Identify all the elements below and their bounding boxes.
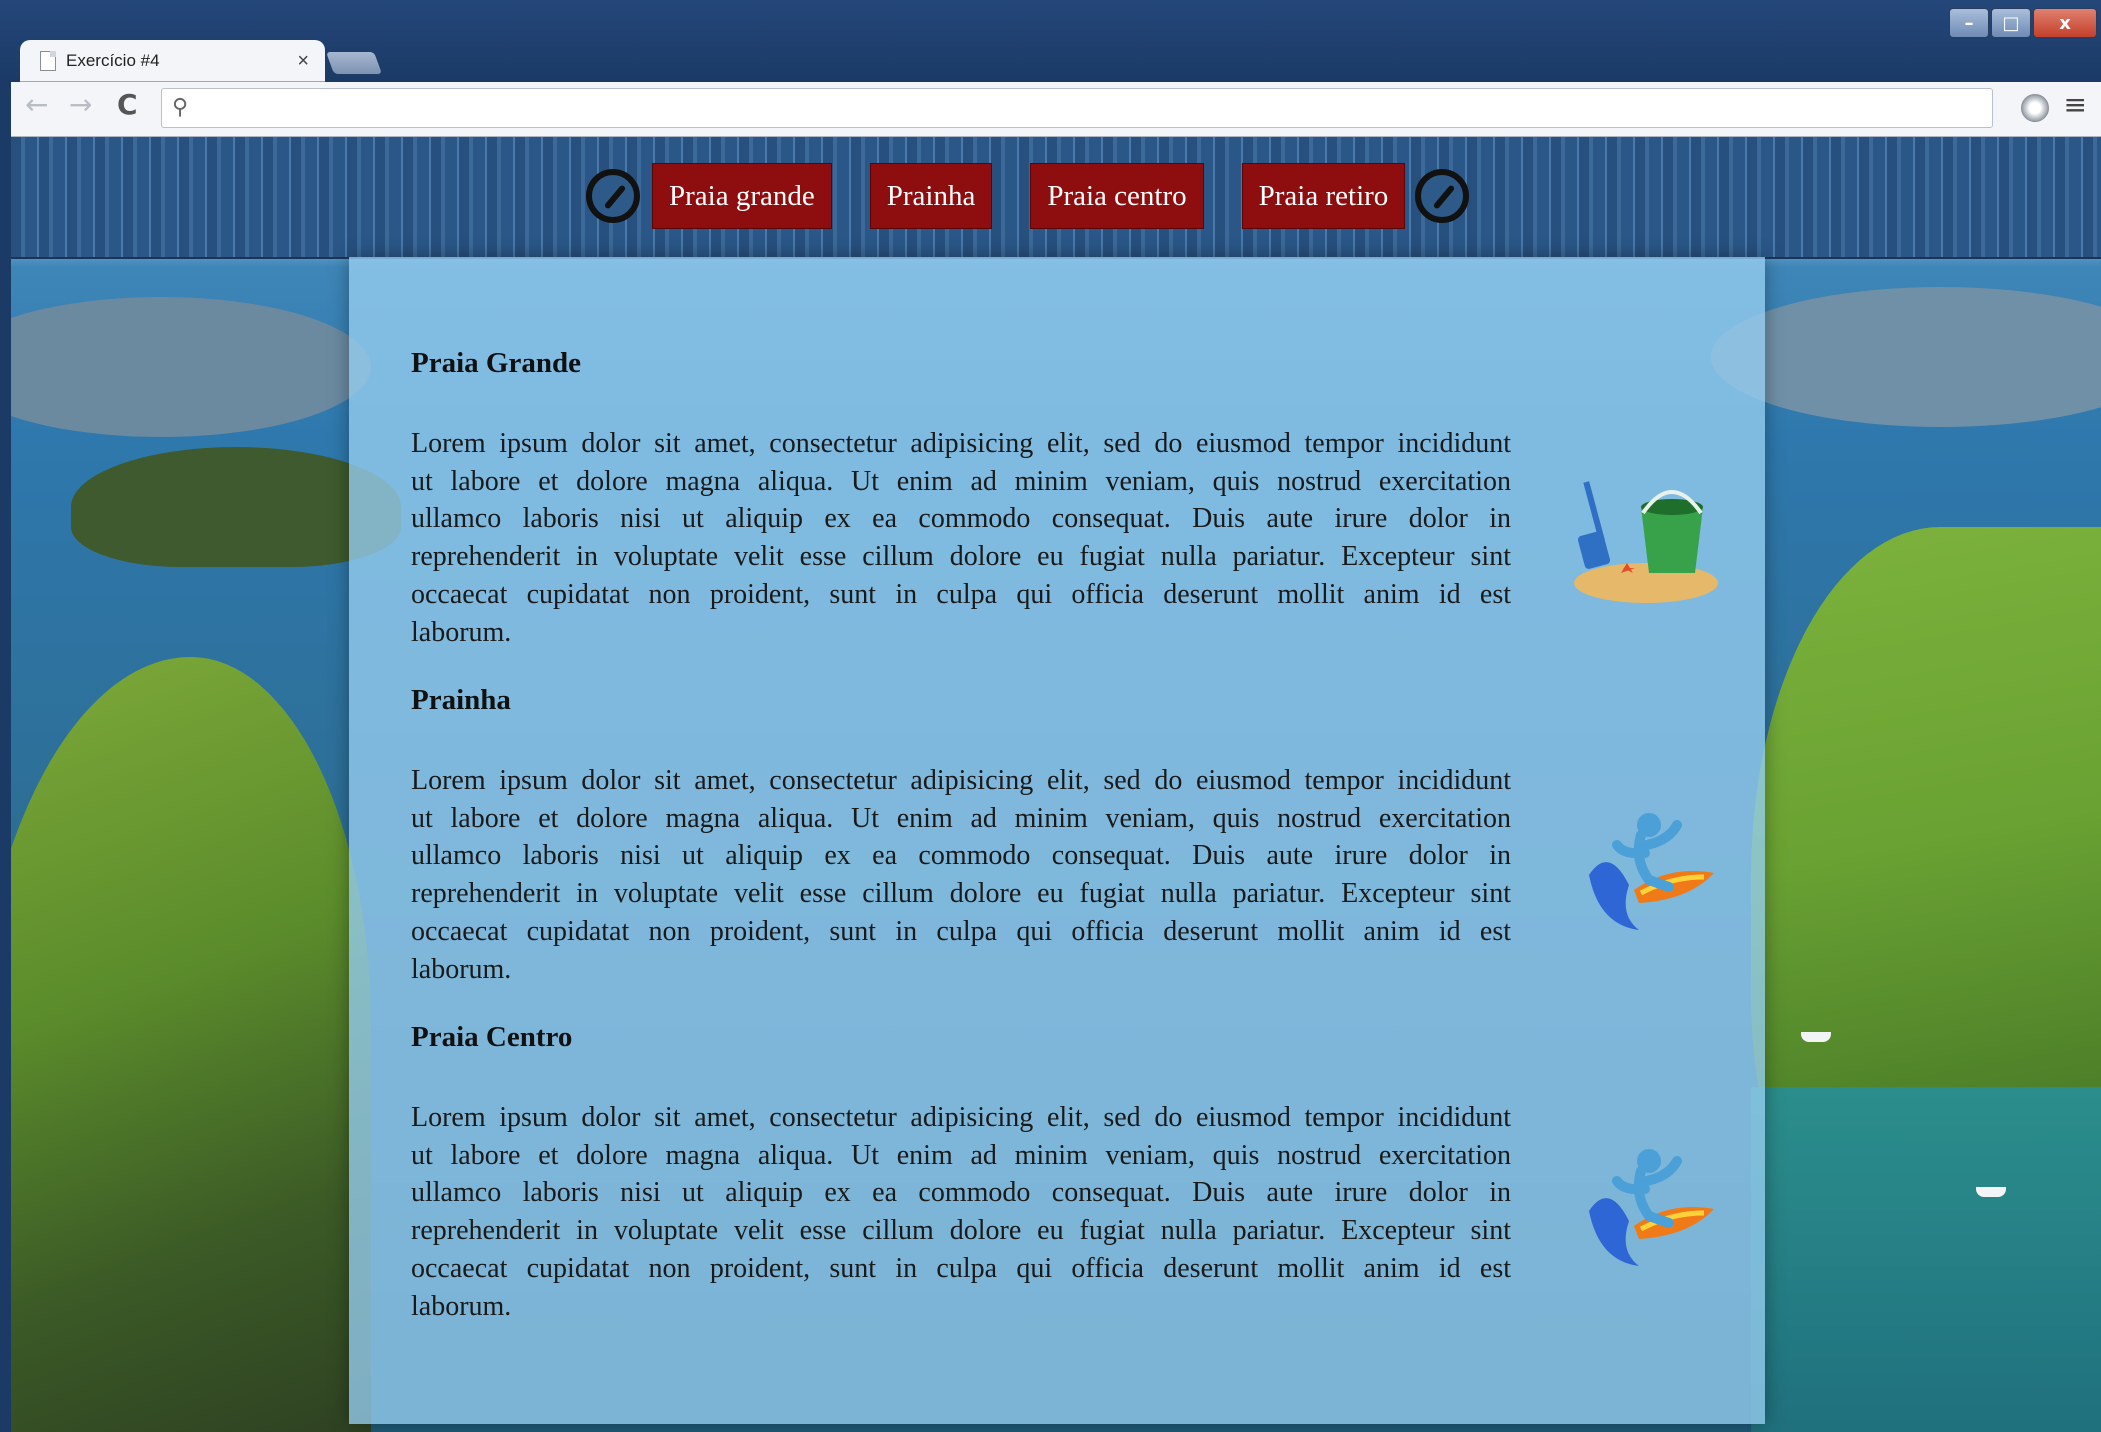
section-praia-centro: Praia Centro Lorem ipsum dolor sit amet,… xyxy=(411,1021,1641,1322)
window-controls: – □ x xyxy=(1949,8,2097,38)
nav-link-praia-centro[interactable]: Praia centro xyxy=(1030,163,1204,229)
boat-image xyxy=(1976,1187,2006,1197)
nav-menu: Praia grande Prainha Praia centro Praia … xyxy=(586,163,1470,229)
background-sea xyxy=(1751,1087,2101,1432)
section-text: Lorem ipsum dolor sit amet, consectetur … xyxy=(411,428,1511,648)
search-icon: ⚲ xyxy=(172,95,189,120)
address-input[interactable] xyxy=(206,93,1970,123)
extension-icon[interactable] xyxy=(2021,94,2049,122)
compass-icon xyxy=(1415,169,1470,223)
background-cliff xyxy=(11,657,371,1432)
back-icon[interactable]: ← xyxy=(25,88,48,121)
background-hill xyxy=(11,297,371,437)
beach-bucket-icon xyxy=(1574,481,1718,603)
compass-icon xyxy=(586,169,640,223)
nav-link-praia-grande[interactable]: Praia grande xyxy=(652,163,832,229)
page-icon xyxy=(40,51,56,71)
section-title: Praia Centro xyxy=(411,1021,573,1053)
section-text: Lorem ipsum dolor sit amet, consectetur … xyxy=(411,765,1511,985)
browser-window: – □ x Exercício #4 × ← → C ⚲ ≡ Praia gra… xyxy=(0,0,2101,1432)
surfer-icon xyxy=(1589,813,1714,930)
forward-icon[interactable]: → xyxy=(69,88,92,121)
new-tab-button[interactable] xyxy=(325,52,383,74)
browser-tab[interactable]: Exercício #4 × xyxy=(20,40,325,82)
content-panel: Praia Grande Lorem ipsum dolor sit amet,… xyxy=(349,257,1765,1424)
surfer-icon xyxy=(1589,1149,1714,1266)
minimize-button[interactable]: – xyxy=(1949,8,1989,38)
section-text: Lorem ipsum dolor sit amet, consectetur … xyxy=(411,1102,1511,1322)
maximize-button[interactable]: □ xyxy=(1991,8,2031,38)
address-bar[interactable]: ⚲ xyxy=(161,88,1993,128)
tab-title: Exercício #4 xyxy=(66,51,160,70)
nav-link-prainha[interactable]: Prainha xyxy=(869,163,993,229)
background-hill xyxy=(1711,287,2101,427)
section-prainha: Prainha Lorem ipsum dolor sit amet, cons… xyxy=(411,684,1641,985)
section-title: Praia Grande xyxy=(411,347,581,379)
reload-icon[interactable]: C xyxy=(117,88,138,121)
browser-toolbar: ← → C ⚲ ≡ xyxy=(11,82,2101,137)
nav-link-praia-retiro[interactable]: Praia retiro xyxy=(1241,163,1406,229)
page-viewport: Praia grande Prainha Praia centro Praia … xyxy=(11,137,2101,1432)
boat-image xyxy=(1801,1032,1831,1042)
tab-close-icon[interactable]: × xyxy=(297,50,309,73)
section-praia-grande: Praia Grande Lorem ipsum dolor sit amet,… xyxy=(411,347,1641,648)
menu-icon[interactable]: ≡ xyxy=(2064,88,2087,121)
top-navbar: Praia grande Prainha Praia centro Praia … xyxy=(11,137,2101,259)
section-title: Prainha xyxy=(411,684,511,716)
close-window-button[interactable]: x xyxy=(2033,8,2097,38)
